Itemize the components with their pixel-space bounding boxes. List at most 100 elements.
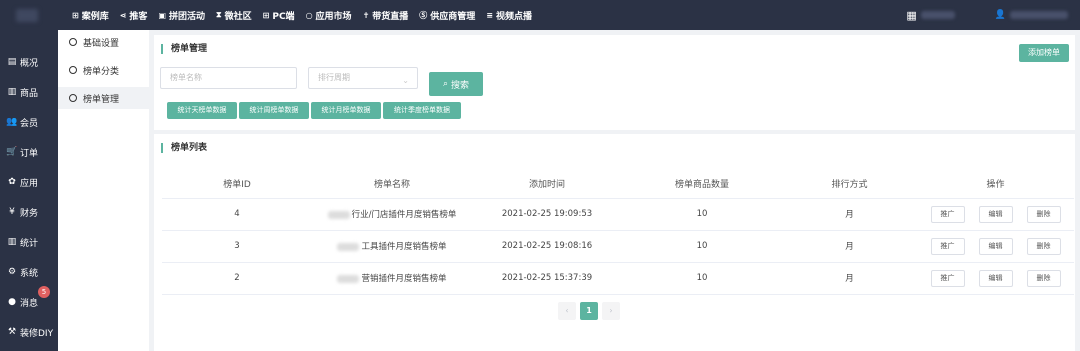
gears-icon: ⚙ (7, 267, 17, 277)
sidebar-item-2[interactable]: 👥 会员 (0, 112, 58, 132)
column-header-actions: 操作 (917, 170, 1074, 199)
delete-button[interactable]: 删除 (1026, 205, 1061, 223)
search-icon: ⌕ (442, 79, 449, 89)
sidebar-item-9[interactable]: ⚒ 装修DIY (0, 322, 58, 342)
row-time: 2021-02-25 19:08:16 (472, 230, 622, 263)
list-name-input[interactable]: 榜单名称 (160, 67, 297, 89)
row-id: 3 (162, 230, 312, 263)
column-header-name: 榜单名称 (312, 170, 472, 199)
apps-icon: ✿ (8, 177, 16, 187)
hourglass-icon: ⧗ (216, 10, 222, 19)
redacted-text (327, 210, 350, 219)
prev-page-button[interactable]: ‹ (558, 302, 576, 320)
promote-button[interactable]: 推广 (930, 237, 965, 255)
subnav-item-1[interactable]: 榜单分类 (58, 59, 149, 81)
column-header-count: 榜单商品数量 (622, 170, 782, 199)
circle-icon (69, 38, 77, 46)
row-time: 2021-02-25 15:37:39 (472, 262, 622, 295)
promote-button[interactable]: 推广 (930, 269, 965, 287)
top-menu: ⊞ 案例库 ⋖ 推客 ▣ 拼团活动 ⧗ 微社区 ⊞ PC端 ○ 应用市场 ✝ 带货直播 Ⓢ 供应商管理 ≡ 视频点… (72, 0, 543, 30)
edit-button[interactable]: 编辑 (978, 269, 1013, 287)
sidebar-item-6[interactable]: ▥ 统计 (0, 232, 58, 252)
column-header-mode: 排行方式 (782, 170, 917, 199)
topnav-item-label: 案例库 (81, 11, 109, 22)
period-placeholder: 排行周期 (318, 73, 350, 82)
sidebar-item-0[interactable]: ▤ 概况 (0, 52, 58, 72)
username-redacted[interactable] (1010, 11, 1068, 19)
chevron-down-icon: ⌄ (402, 76, 409, 85)
topnav-item-4[interactable]: ⊞ PC端 (263, 9, 295, 22)
panel-title: 榜单管理 (161, 44, 207, 54)
column-header-time: 添加时间 (472, 170, 622, 199)
users-icon: 👥 (6, 117, 18, 127)
top-right-area: ▦ 👤 (906, 0, 1080, 30)
subnav-item-label: 基础设置 (83, 38, 120, 49)
sidebar-item-7[interactable]: ⚙ 系统 (0, 262, 58, 282)
stat-quarter-button[interactable]: 统计季度榜单数据 (383, 102, 461, 119)
sparkle-icon: ✝ (362, 10, 370, 20)
edit-button[interactable]: 编辑 (978, 237, 1013, 255)
subnav-item-0[interactable]: 基础设置 (58, 31, 149, 53)
topnav-item-label: 带货直播 (372, 11, 409, 22)
topnav-item-3[interactable]: ⧗ 微社区 (216, 9, 252, 22)
sidebar-item-label: 统计 (20, 238, 39, 249)
search-button[interactable]: ⌕ 搜索 (429, 72, 483, 96)
delete-button[interactable]: 删除 (1026, 269, 1061, 287)
topnav-item-1[interactable]: ⋖ 推客 (120, 9, 148, 22)
row-actions: 推广 编辑 删除 (917, 262, 1074, 295)
brush-icon: ⚒ (7, 327, 17, 337)
user-icon[interactable]: 👤 (995, 10, 1006, 20)
sidebar-item-1[interactable]: ▥ 商品 (0, 82, 58, 102)
next-page-button[interactable]: › (602, 302, 620, 320)
topnav-item-8[interactable]: ≡ 视频点播 (486, 9, 532, 22)
stat-week-button[interactable]: 统计周榜单数据 (239, 102, 309, 119)
topnav-item-label: 拼团活动 (169, 11, 206, 22)
sidebar-item-4[interactable]: ✿ 应用 (0, 172, 58, 192)
period-select[interactable]: 排行周期 ⌄ (308, 67, 418, 89)
page-1-button[interactable]: 1 (580, 302, 598, 320)
row-mode: 月 (782, 230, 917, 263)
list-icon: ≡ (486, 10, 493, 20)
image-icon: ▣ (158, 10, 166, 20)
circle-icon (69, 94, 77, 102)
topnav-item-6[interactable]: ✝ 带货直播 (363, 9, 409, 22)
top-navigation-bar: ⊞ 案例库 ⋖ 推客 ▣ 拼团活动 ⧗ 微社区 ⊞ PC端 ○ 应用市场 ✝ 带货直播 Ⓢ 供应商管理 ≡ 视频点… (0, 0, 1080, 30)
topnav-item-5[interactable]: ○ 应用市场 (306, 9, 352, 22)
row-count: 10 (622, 230, 782, 263)
subnav-item-2[interactable]: 榜单管理 (58, 87, 149, 109)
stat-day-button[interactable]: 统计天榜单数据 (167, 102, 237, 119)
redacted-text (337, 274, 360, 283)
topnav-item-label: 供应商管理 (430, 11, 476, 22)
share-icon: ⋖ (119, 10, 127, 20)
delete-button[interactable]: 删除 (1026, 237, 1061, 255)
skype-icon: Ⓢ (419, 10, 428, 20)
message-icon: ● (8, 297, 16, 307)
row-actions: 推广 编辑 删除 (917, 198, 1074, 231)
list-manage-panel: 榜单管理 添加榜单 榜单名称 排行周期 ⌄ ⌕ 搜索 统计天榜单数据 统计周榜单… (154, 35, 1075, 130)
edit-button[interactable]: 编辑 (978, 205, 1013, 223)
sidebar-item-label: 财务 (20, 208, 39, 219)
topnav-item-0[interactable]: ⊞ 案例库 (72, 9, 109, 22)
row-mode: 月 (782, 198, 917, 231)
row-id: 4 (162, 198, 312, 231)
topnav-item-2[interactable]: ▣ 拼团活动 (158, 9, 205, 22)
sidebar-item-5[interactable]: ¥ 财务 (0, 202, 58, 222)
sidebar-item-3[interactable]: 🛒 订单 (0, 142, 58, 162)
topnav-item-7[interactable]: Ⓢ 供应商管理 (419, 9, 475, 22)
logo[interactable] (0, 0, 58, 30)
row-name-cell: 行业/门店插件月度销售榜单 (312, 198, 472, 231)
sidebar-item-label: 装修DIY (20, 328, 54, 339)
archive-icon: ▤ (7, 57, 17, 67)
column-header-id: 榜单ID (162, 170, 312, 199)
stat-month-button[interactable]: 统计月榜单数据 (311, 102, 381, 119)
sidebar-item-8[interactable]: ● 消息 5 (0, 286, 58, 312)
grid-icon[interactable]: ▦ (906, 9, 916, 22)
add-list-button[interactable]: 添加榜单 (1019, 44, 1069, 62)
chart-icon: ▥ (7, 237, 17, 247)
plus-square-icon: ⊞ (72, 10, 79, 20)
promote-button[interactable]: 推广 (930, 205, 965, 223)
account-name-redacted (920, 11, 955, 19)
pagination: ‹ 1 › (558, 302, 620, 320)
sidebar-item-label: 消息 (20, 298, 39, 309)
list-table: 榜单ID 榜单名称 添加时间 榜单商品数量 排行方式 操作 4 行业/门店插件月度… (162, 170, 1074, 295)
